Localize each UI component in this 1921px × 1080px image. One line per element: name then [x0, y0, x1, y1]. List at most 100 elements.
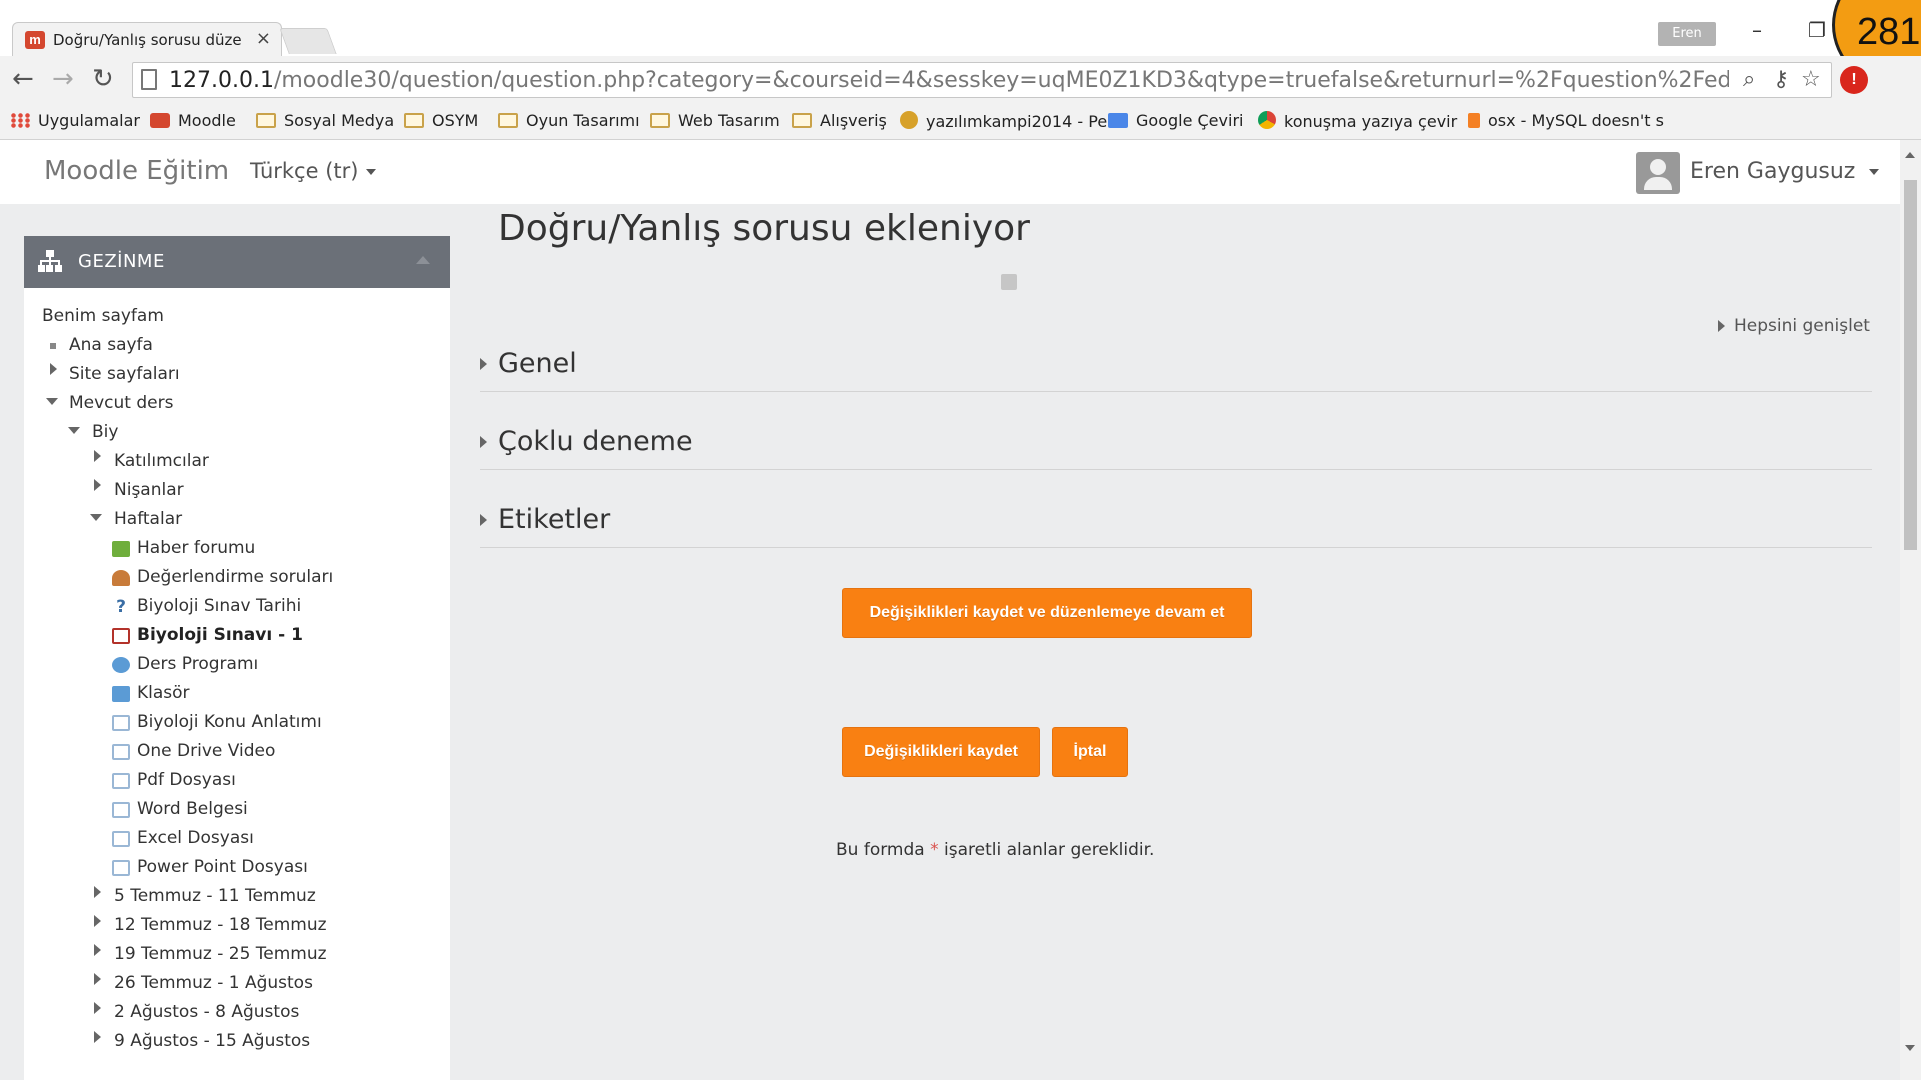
collapse-block-icon[interactable]: [416, 256, 430, 264]
nav-nisanlar[interactable]: Nişanlar: [114, 480, 184, 500]
save-and-continue-button[interactable]: Değişiklikleri kaydet ve düzenlemeye dev…: [842, 588, 1252, 638]
back-icon[interactable]: ←: [12, 64, 34, 94]
expand-right-icon[interactable]: [94, 1002, 101, 1014]
scroll-up-icon[interactable]: [1905, 152, 1915, 158]
nav-week-5[interactable]: 2 Ağustos - 8 Ağustos: [114, 1002, 299, 1022]
tab-close-icon[interactable]: ×: [256, 28, 271, 49]
folder-icon: [650, 113, 670, 128]
bookmark-apps[interactable]: Uygulamalar: [10, 111, 140, 130]
expand-right-icon[interactable]: [50, 363, 57, 375]
expand-right-icon: [480, 436, 487, 448]
collapse-down-icon[interactable]: [68, 427, 80, 434]
collapse-down-icon[interactable]: [90, 514, 102, 521]
expand-right-icon[interactable]: [94, 479, 101, 491]
save-button[interactable]: Değişiklikleri kaydet: [842, 727, 1040, 777]
apps-icon: [10, 113, 30, 128]
user-menu[interactable]: Eren Gaygusuz: [1690, 159, 1880, 184]
nav-week-6[interactable]: 9 Ağustos - 15 Ağustos: [114, 1031, 310, 1051]
new-tab-button[interactable]: [279, 28, 337, 54]
forum-icon: [112, 541, 130, 557]
search-icon[interactable]: ⌕: [1743, 67, 1755, 92]
tab-strip: m Doğru/Yanlış sorusu düze × Eren – ❐ 28…: [0, 0, 1921, 90]
scroll-down-icon[interactable]: [1905, 1045, 1915, 1051]
tab-title: Doğru/Yanlış sorusu düze: [53, 31, 242, 49]
nav-mevcut-ders[interactable]: Mevcut ders: [69, 393, 173, 413]
nav-power-point-dosyasi[interactable]: Power Point Dosyası: [137, 857, 308, 877]
browser-toolbar: ← → ↻ 127.0.0.1/moodle30/question/questi…: [0, 56, 1921, 104]
nav-course-biy[interactable]: Biy: [92, 422, 118, 442]
scrollbar-thumb[interactable]: [1904, 180, 1917, 550]
page-icon: [112, 802, 130, 818]
browser-tab[interactable]: m Doğru/Yanlış sorusu düze ×: [12, 22, 282, 56]
nav-klasor[interactable]: Klasör: [137, 683, 190, 703]
expand-all-link[interactable]: Hepsini genişlet: [1718, 316, 1870, 336]
minimize-icon[interactable]: –: [1752, 18, 1762, 42]
nav-site-sayfalari[interactable]: Site sayfaları: [69, 364, 180, 384]
nav-week-3[interactable]: 19 Temmuz - 25 Temmuz: [114, 944, 327, 964]
section-etiketler[interactable]: Etiketler: [480, 492, 1872, 548]
bookmark-osym[interactable]: OSYM: [404, 111, 478, 130]
site-icon: [900, 111, 918, 129]
reload-icon[interactable]: ↻: [92, 64, 114, 94]
bookmark-oyun-tasarimi[interactable]: Oyun Tasarımı: [498, 111, 640, 130]
help-icon[interactable]: [1001, 274, 1017, 290]
bookmark-mysql[interactable]: osx - MySQL doesn't s: [1468, 111, 1664, 130]
nav-word-belgesi[interactable]: Word Belgesi: [137, 799, 248, 819]
nav-week-4[interactable]: 26 Temmuz - 1 Ağustos: [114, 973, 313, 993]
folder-icon: [112, 686, 130, 702]
nav-haftalar[interactable]: Haftalar: [114, 509, 182, 529]
site-brand[interactable]: Moodle Eğitim: [44, 156, 229, 186]
nav-pdf-dosyasi[interactable]: Pdf Dosyası: [137, 770, 236, 790]
nav-ders-programi[interactable]: Ders Programı: [137, 654, 258, 674]
expand-right-icon[interactable]: [94, 973, 101, 985]
address-bar[interactable]: 127.0.0.1/moodle30/question/question.php…: [132, 62, 1832, 98]
nav-biyoloji-sinav-tarihi[interactable]: Biyoloji Sınav Tarihi: [137, 596, 301, 616]
url-text[interactable]: 127.0.0.1/moodle30/question/question.php…: [169, 68, 1729, 93]
bookmark-yazilimkampi[interactable]: yazılımkampi2014 - Pe: [900, 111, 1107, 131]
forward-icon[interactable]: →: [52, 64, 74, 94]
bookmark-google-ceviri[interactable]: Google Çeviri: [1108, 111, 1243, 130]
navigation-block-title: GEZİNME: [78, 251, 165, 272]
page-info-icon[interactable]: [141, 69, 157, 90]
bookmark-alisveris[interactable]: Alışveriş: [792, 111, 887, 130]
page-icon: [112, 831, 130, 847]
key-icon[interactable]: ⚷: [1773, 67, 1789, 92]
nav-ana-sayfa[interactable]: Ana sayfa: [69, 335, 153, 355]
bookmarks-bar: Uygulamalar Moodle Sosyal Medya OSYM Oyu…: [0, 104, 1921, 140]
user-avatar-icon[interactable]: [1636, 152, 1680, 194]
folder-icon: [498, 113, 518, 128]
nav-one-drive-video[interactable]: One Drive Video: [137, 741, 275, 761]
nav-excel-dosyasi[interactable]: Excel Dosyası: [137, 828, 254, 848]
navigation-block: GEZİNME Benim sayfam Ana sayfa Site sayf…: [24, 236, 450, 1080]
adblock-icon[interactable]: !: [1840, 66, 1868, 94]
section-coklu-deneme[interactable]: Çoklu deneme: [480, 414, 1872, 470]
nav-biyoloji-konu-anlatimi[interactable]: Biyoloji Konu Anlatımı: [137, 712, 322, 732]
profile-button[interactable]: Eren: [1658, 22, 1716, 46]
top-navbar: Moodle Eğitim Türkçe (tr) Eren Gaygusuz: [0, 140, 1900, 204]
nav-biyoloji-sinavi-1[interactable]: Biyoloji Sınavı - 1: [137, 625, 303, 645]
section-genel[interactable]: Genel: [480, 336, 1872, 392]
collapse-down-icon[interactable]: [46, 398, 58, 405]
language-menu[interactable]: Türkçe (tr): [250, 159, 377, 183]
restore-icon[interactable]: ❐: [1808, 18, 1826, 42]
nav-week-1[interactable]: 5 Temmuz - 11 Temmuz: [114, 886, 316, 906]
bookmark-sosyal-medya[interactable]: Sosyal Medya: [256, 111, 394, 130]
bookmark-star-icon[interactable]: ☆: [1801, 67, 1821, 92]
nav-katilimcilar[interactable]: Katılımcılar: [114, 451, 209, 471]
expand-right-icon[interactable]: [94, 886, 101, 898]
bookmark-moodle[interactable]: Moodle: [150, 111, 236, 130]
nav-degerlendirme-sorulari[interactable]: Değerlendirme soruları: [137, 567, 333, 587]
nav-week-2[interactable]: 12 Temmuz - 18 Temmuz: [114, 915, 327, 935]
page-icon: [112, 773, 130, 789]
nav-haber-forumu[interactable]: Haber forumu: [137, 538, 255, 558]
vertical-scrollbar[interactable]: [1900, 140, 1921, 1080]
section-label: Çoklu deneme: [498, 426, 693, 457]
cancel-button[interactable]: İptal: [1052, 727, 1128, 777]
bookmark-web-tasarim[interactable]: Web Tasarım: [650, 111, 780, 130]
nav-benim-sayfam[interactable]: Benim sayfam: [42, 306, 164, 326]
expand-right-icon[interactable]: [94, 944, 101, 956]
expand-right-icon[interactable]: [94, 1031, 101, 1043]
expand-right-icon[interactable]: [94, 450, 101, 462]
bookmark-konusma[interactable]: konuşma yazıya çevir: [1258, 111, 1457, 131]
expand-right-icon[interactable]: [94, 915, 101, 927]
